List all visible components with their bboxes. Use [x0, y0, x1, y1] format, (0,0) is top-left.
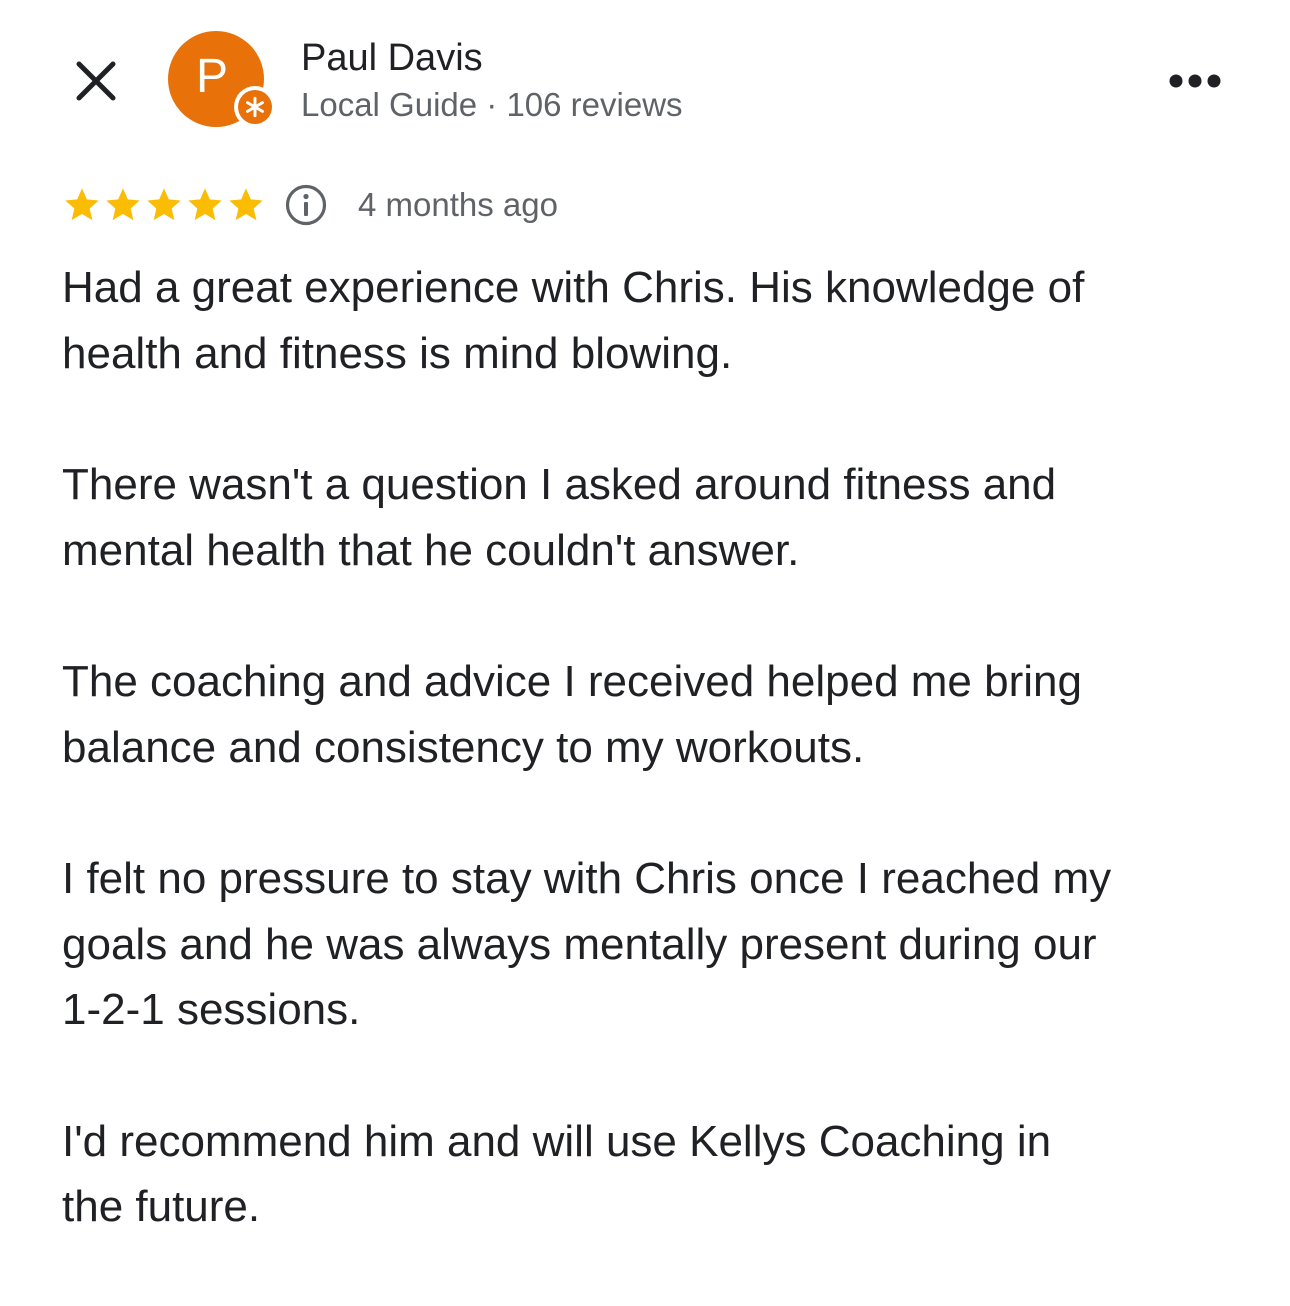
- review-paragraph: There wasn't a question I asked around f…: [62, 460, 1057, 575]
- reviewer-name[interactable]: Paul Davis: [301, 35, 483, 81]
- star-icon: [229, 188, 263, 221]
- star-icon: [65, 188, 99, 221]
- review-card: P Paul Davis Local Guide · 106 reviews 4…: [0, 0, 1290, 1277]
- more-options-button[interactable]: [1160, 58, 1230, 104]
- more-horizontal-icon: [1169, 74, 1221, 88]
- review-paragraph: I felt no pressure to stay with Chris on…: [62, 854, 1112, 1034]
- local-guide-star-icon: [238, 90, 272, 124]
- reviewer-meta: Local Guide · 106 reviews: [301, 86, 683, 123]
- review-date: 4 months ago: [358, 186, 558, 223]
- review-paragraph: The coaching and advice I received helpe…: [62, 657, 1082, 772]
- star-icon: [147, 188, 181, 221]
- close-icon: [76, 61, 116, 101]
- review-paragraph: Had a great experience with Chris. His k…: [62, 263, 1085, 378]
- info-icon[interactable]: [284, 183, 328, 227]
- close-button[interactable]: [58, 43, 134, 119]
- rating-row: 4 months ago: [62, 180, 558, 230]
- star-icon: [188, 188, 222, 221]
- review-paragraph: I'd recommend him and will use Kellys Co…: [62, 1116, 1052, 1232]
- avatar-letter: P: [195, 50, 228, 103]
- review-text: Had a great experience with Chris. His k…: [62, 255, 1262, 1306]
- local-guide-badge: [234, 86, 276, 128]
- star-icon: [106, 188, 140, 221]
- star-rating: [62, 185, 266, 225]
